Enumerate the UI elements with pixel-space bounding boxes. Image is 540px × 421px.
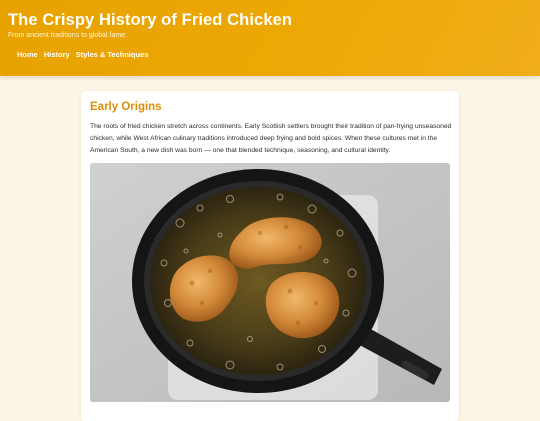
nav-home-link[interactable]: Home bbox=[17, 50, 38, 59]
site-title: The Crispy History of Fried Chicken bbox=[8, 11, 293, 29]
nav-styles-techniques-link[interactable]: Styles & Techniques bbox=[76, 50, 149, 59]
section-title: Early Origins bbox=[90, 101, 162, 113]
section-paragraph: The roots of fried chicken stretch acros… bbox=[90, 123, 452, 154]
site-tagline: From ancient traditions to global fame. bbox=[8, 32, 128, 39]
fried-chicken-illustration bbox=[90, 163, 450, 402]
fried-chicken-photo bbox=[90, 163, 450, 402]
site-header: The Crispy History of Fried Chicken From… bbox=[0, 0, 540, 76]
main-nav: Home History Styles & Techniques bbox=[17, 50, 149, 59]
nav-history-link[interactable]: History bbox=[44, 50, 70, 59]
content-card: Early Origins The roots of fried chicken… bbox=[81, 91, 459, 421]
